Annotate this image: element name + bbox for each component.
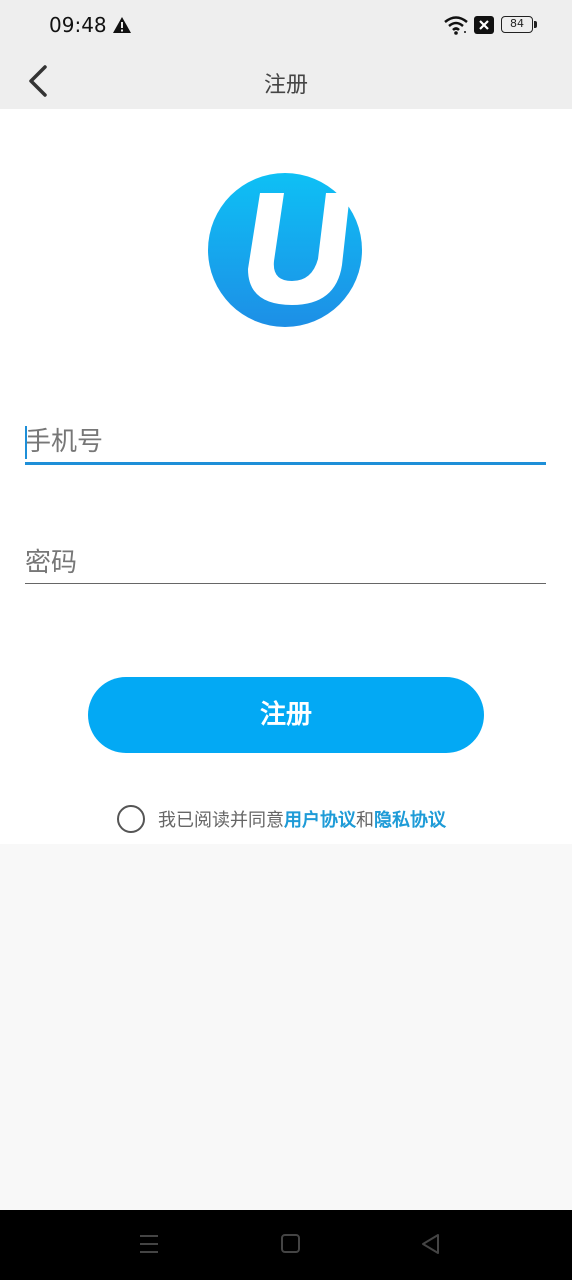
agreement-text: 我已阅读并同意 (158, 810, 284, 831)
phone-field (25, 422, 546, 465)
app-header: 注册 (0, 52, 572, 109)
agreement-checkbox[interactable] (117, 805, 145, 833)
menu-icon[interactable] (138, 1232, 160, 1256)
back-triangle-icon[interactable] (420, 1232, 442, 1256)
text-cursor (25, 426, 27, 459)
system-nav-bar (0, 1210, 572, 1280)
status-time: 09:48 (49, 13, 107, 37)
close-box-icon (474, 16, 494, 34)
phone-input[interactable] (25, 422, 546, 462)
home-square-icon[interactable] (280, 1232, 302, 1256)
battery-level: 84 (510, 17, 524, 30)
user-agreement-link[interactable]: 用户协议 (284, 806, 356, 832)
battery-icon: 84 (501, 16, 537, 33)
register-button[interactable]: 注册 (88, 677, 484, 753)
password-field (25, 543, 546, 584)
privacy-policy-link[interactable]: 隐私协议 (374, 806, 446, 832)
agreement-row: 我已阅读并同意 用户协议 和 隐私协议 (117, 803, 446, 835)
app-logo (208, 173, 362, 327)
warning-icon (113, 17, 131, 33)
status-bar: 09:48 84 (0, 0, 572, 52)
wifi-icon (444, 16, 468, 35)
register-form-panel: 注册 我已阅读并同意 用户协议 和 隐私协议 (0, 109, 572, 844)
agreement-conjunction: 和 (356, 810, 374, 831)
page-title: 注册 (263, 73, 308, 98)
password-input[interactable] (25, 543, 546, 583)
